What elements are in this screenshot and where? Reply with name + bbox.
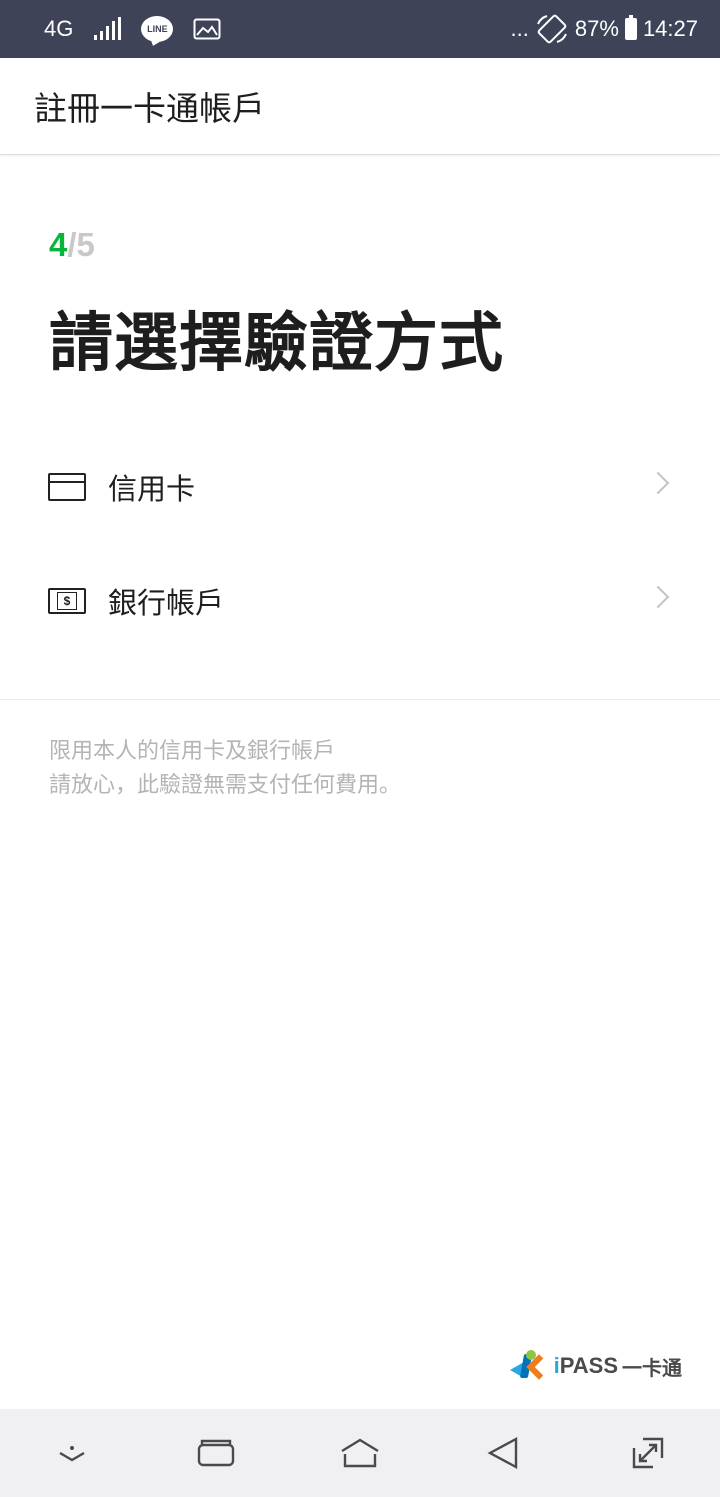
step-indicator: 4/5 xyxy=(49,226,95,264)
chevron-right-icon xyxy=(646,585,670,609)
ipass-logo-cn: 一卡通 xyxy=(622,1355,682,1380)
fullscreen-icon xyxy=(632,1437,664,1469)
header-title: 註冊一卡通帳戶 xyxy=(34,89,265,128)
image-icon xyxy=(193,18,221,40)
page-title: 請選擇驗證方式 xyxy=(49,307,504,381)
bank-account-option[interactable]: $ 銀行帳戶 xyxy=(0,556,720,646)
hide-keyboard-icon xyxy=(59,1446,85,1462)
back-button[interactable] xyxy=(464,1423,544,1483)
step-total: /5 xyxy=(67,226,95,263)
signal-icon xyxy=(94,17,122,40)
credit-card-option[interactable]: 信用卡 xyxy=(0,442,720,532)
credit-card-icon xyxy=(48,473,86,501)
ipass-logo-text: iPASS xyxy=(554,1353,618,1379)
rotate-icon xyxy=(536,14,567,44)
recent-apps-button[interactable] xyxy=(176,1423,256,1483)
more-notifications: ... xyxy=(510,16,529,41)
system-nav-bar xyxy=(0,1409,720,1497)
clock: 14:27 xyxy=(642,16,698,41)
line-app-icon: LINE xyxy=(141,16,174,42)
dollar-sign-icon: $ xyxy=(57,592,77,610)
home-icon xyxy=(341,1438,379,1468)
ipass-logo-mark-icon xyxy=(509,1350,552,1382)
fullscreen-button[interactable] xyxy=(608,1423,688,1483)
bank-cash-icon: $ xyxy=(48,588,86,614)
status-left: 4G LINE xyxy=(44,16,241,42)
step-current: 4 xyxy=(49,226,68,263)
network-type-indicator: 4G xyxy=(44,16,73,42)
app-header: 註冊一卡通帳戶 xyxy=(0,58,720,155)
home-button[interactable] xyxy=(320,1423,400,1483)
status-bar: 4G LINE ... 87% 14:27 xyxy=(0,0,720,58)
verification-note: 限用本人的信用卡及銀行帳戶 請放心，此驗證無需支付任何費用。 xyxy=(49,735,401,803)
recent-apps-icon xyxy=(197,1439,235,1467)
ipass-logo: iPASS 一卡通 xyxy=(509,1350,682,1382)
network-type-label: 4G xyxy=(44,16,74,41)
battery-icon xyxy=(624,15,637,40)
status-right: ... 87% 14:27 xyxy=(505,14,698,44)
battery-percent: 87% xyxy=(574,16,619,41)
logo-pass: PASS xyxy=(559,1353,618,1378)
hide-keyboard-button[interactable] xyxy=(32,1423,112,1483)
chevron-right-icon xyxy=(646,471,670,495)
back-icon xyxy=(487,1436,518,1470)
credit-card-label: 信用卡 xyxy=(108,472,196,506)
note-line-1: 限用本人的信用卡及銀行帳戶 xyxy=(49,739,336,764)
note-line-2: 請放心，此驗證無需支付任何費用。 xyxy=(49,773,402,798)
bank-account-label: 銀行帳戶 xyxy=(108,586,225,620)
divider xyxy=(0,699,720,700)
